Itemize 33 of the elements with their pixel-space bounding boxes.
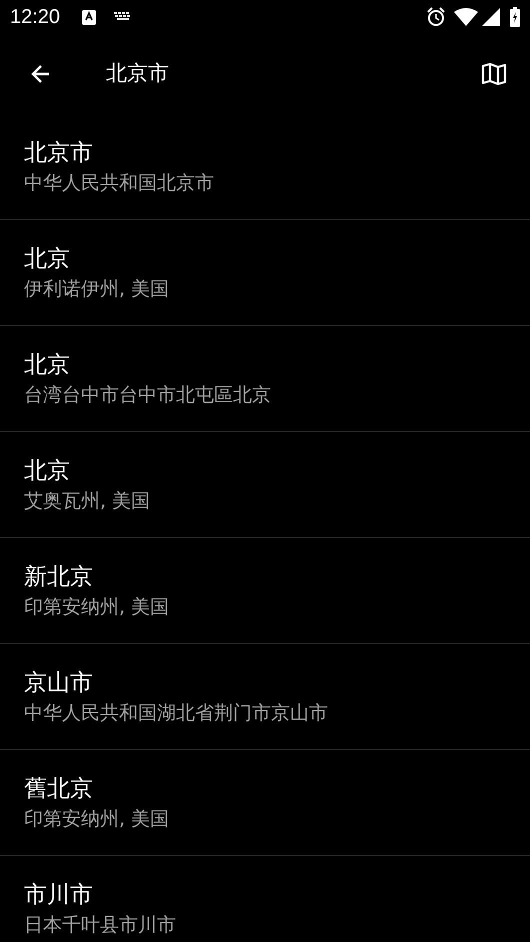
keyboard-icon xyxy=(114,12,132,22)
place-location: 印第安纳州, 美国 xyxy=(24,806,170,832)
result-row[interactable]: 北京 伊利诺伊州, 美国 xyxy=(0,220,530,326)
place-name: 市川市 xyxy=(24,881,93,910)
text-badge-icon xyxy=(82,10,96,24)
place-location: 艾奥瓦州, 美国 xyxy=(24,488,150,514)
place-name: 北京 xyxy=(24,456,70,486)
status-time: 12:20 xyxy=(10,5,60,30)
result-row[interactable]: 京山市 中华人民共和国湖北省荆门市京山市 xyxy=(0,644,530,750)
map-icon xyxy=(481,62,507,86)
signal-icon xyxy=(482,8,500,26)
result-row[interactable]: 北京 台湾台中市台中市北屯區北京 xyxy=(0,326,530,432)
result-row[interactable]: 新北京 印第安纳州, 美国 xyxy=(0,538,530,644)
place-name: 北京市 xyxy=(24,138,93,168)
result-row[interactable]: 北京 艾奥瓦州, 美国 xyxy=(0,432,530,538)
place-name: 北京 xyxy=(24,244,70,274)
alarm-icon xyxy=(426,7,446,27)
result-row[interactable]: 舊北京 印第安纳州, 美国 xyxy=(0,750,530,856)
place-location: 中华人民共和国北京市 xyxy=(24,170,214,196)
result-row[interactable]: 北京市 中华人民共和国北京市 xyxy=(0,114,530,220)
toolbar-title: 北京市 xyxy=(106,60,169,88)
place-name: 舊北京 xyxy=(24,774,93,804)
place-location: 中华人民共和国湖北省荆门市京山市 xyxy=(24,700,328,726)
place-location: 日本千叶县市川市 xyxy=(24,913,176,938)
place-location: 伊利诺伊州, 美国 xyxy=(24,276,170,302)
battery-charging-icon xyxy=(510,7,520,27)
place-location: 台湾台中市台中市北屯區北京 xyxy=(24,382,271,408)
wifi-icon xyxy=(454,8,478,26)
place-name: 京山市 xyxy=(24,668,93,698)
place-name: 新北京 xyxy=(24,562,93,592)
place-location: 印第安纳州, 美国 xyxy=(24,594,170,620)
result-row[interactable]: 市川市 日本千叶县市川市 xyxy=(0,856,530,942)
place-name: 北京 xyxy=(24,350,70,380)
